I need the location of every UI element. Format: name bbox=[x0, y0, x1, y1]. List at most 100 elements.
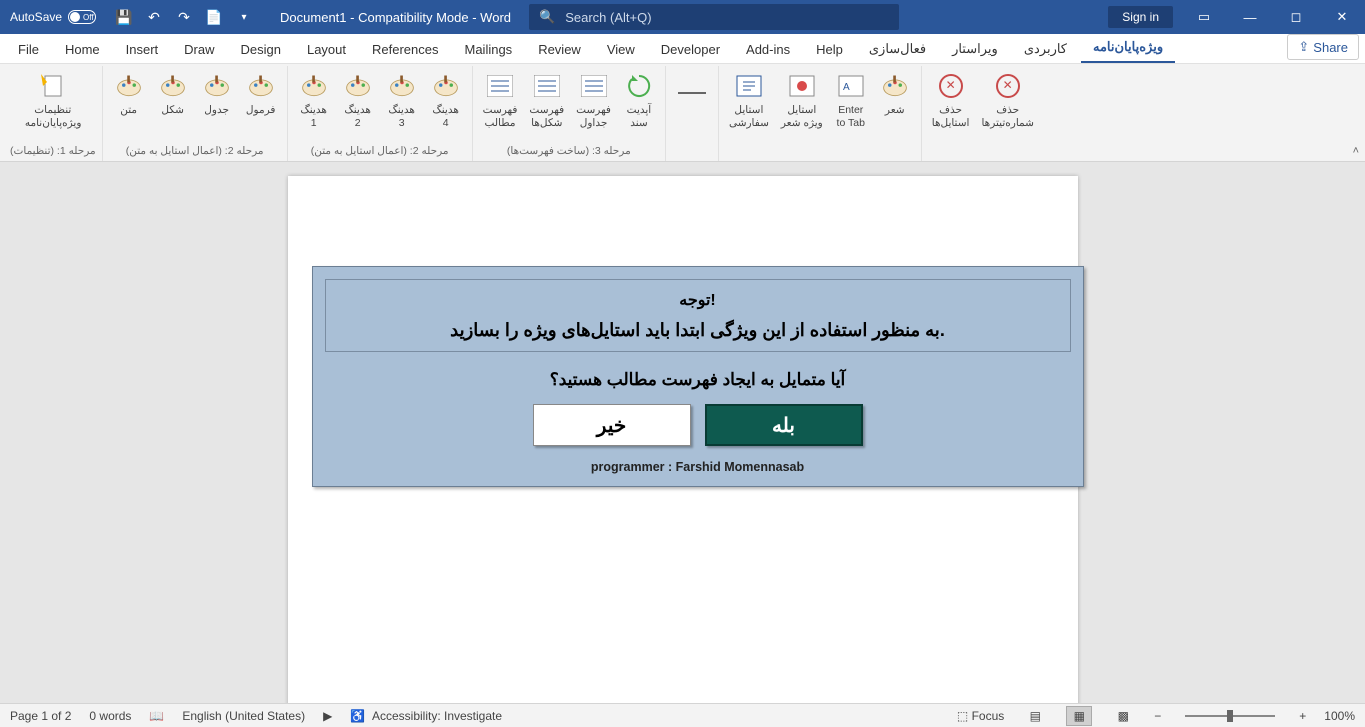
search-box[interactable]: 🔍 Search (Alt+Q) bbox=[529, 4, 899, 30]
web-layout-icon[interactable]: ▩ bbox=[1110, 706, 1136, 726]
ribbon-button[interactable]: شعر bbox=[875, 68, 915, 119]
tab--[interactable]: ویژه‌پایان‌نامه bbox=[1081, 33, 1175, 63]
ribbon-tabs: FileHomeInsertDrawDesignLayoutReferences… bbox=[0, 34, 1365, 64]
ribbon-group-6: حذف استایل‌هاحذف شماره‌تیترها bbox=[922, 66, 1044, 161]
ribbon-button-label: تنظیمات ویژه‌پایان‌نامه bbox=[25, 104, 81, 129]
palette-icon bbox=[298, 70, 330, 102]
ribbon-display-icon[interactable]: ▭ bbox=[1181, 0, 1227, 34]
toggle-state: Off bbox=[83, 13, 94, 22]
tab-design[interactable]: Design bbox=[229, 36, 293, 63]
tab-view[interactable]: View bbox=[595, 36, 647, 63]
zoom-slider[interactable] bbox=[1185, 715, 1275, 717]
sign-in-button[interactable]: Sign in bbox=[1108, 6, 1173, 28]
read-mode-icon[interactable]: ▤ bbox=[1022, 706, 1048, 726]
share-icon: ⇪ bbox=[1298, 39, 1309, 55]
ribbon-button[interactable]: فهرست شکل‌ها bbox=[525, 68, 568, 131]
tab--[interactable]: فعال‌سازی bbox=[857, 35, 938, 63]
no-button[interactable]: خیر bbox=[533, 404, 691, 446]
word-count[interactable]: 0 words bbox=[89, 709, 131, 723]
ribbon-group-4 bbox=[666, 66, 719, 161]
macro-icon[interactable]: ▶ bbox=[323, 709, 332, 723]
ribbon-button[interactable]: هدینگ 1 bbox=[294, 68, 334, 131]
minimize-icon[interactable]: — bbox=[1227, 0, 1273, 34]
collapse-ribbon-icon[interactable]: ˄ bbox=[1353, 145, 1359, 157]
zoom-level[interactable]: 100% bbox=[1324, 709, 1355, 723]
maximize-icon[interactable]: ◻ bbox=[1273, 0, 1319, 34]
toggle-knob bbox=[70, 12, 80, 22]
tab--[interactable]: ویراستار bbox=[940, 35, 1010, 63]
redo-icon[interactable]: ↷ bbox=[176, 9, 192, 25]
language-indicator[interactable]: English (United States) bbox=[182, 709, 305, 723]
tab-review[interactable]: Review bbox=[526, 36, 593, 63]
ribbon-button-label: استایل ویژه شعر bbox=[781, 104, 823, 129]
ribbon-button[interactable]: حذف شماره‌تیترها bbox=[977, 68, 1037, 131]
entertab-icon: A bbox=[835, 70, 867, 102]
tab--[interactable]: کاربردی bbox=[1012, 35, 1079, 63]
save-icon[interactable]: 💾 bbox=[116, 9, 132, 25]
ribbon-button[interactable]: استایل سفارشی bbox=[725, 68, 773, 131]
tab-layout[interactable]: Layout bbox=[295, 36, 358, 63]
ribbon-group-0: تنظیمات ویژه‌پایان‌نامهمرحله 1: (تنظیمات… bbox=[4, 66, 103, 161]
tab-references[interactable]: References bbox=[360, 36, 450, 63]
ribbon-button-label: هدینگ 4 bbox=[432, 104, 459, 129]
ribbon-button[interactable]: فهرست جداول bbox=[572, 68, 615, 131]
zoom-out-button[interactable]: − bbox=[1154, 709, 1161, 723]
ribbon-button[interactable]: شکل bbox=[153, 68, 193, 119]
dialog-warning-title: توجه! bbox=[336, 290, 1060, 310]
status-bar: Page 1 of 2 0 words 📖 English (United St… bbox=[0, 703, 1365, 727]
ribbon-button[interactable]: هدینگ 3 bbox=[382, 68, 422, 131]
ribbon-button[interactable]: فهرست مطالب bbox=[479, 68, 522, 131]
palette-icon bbox=[879, 70, 911, 102]
close-icon[interactable]: ✕ bbox=[1319, 0, 1365, 34]
ribbon-button[interactable]: جدول bbox=[197, 68, 237, 119]
tab-file[interactable]: File bbox=[6, 36, 51, 63]
ribbon-button[interactable]: هدینگ 4 bbox=[426, 68, 466, 131]
tab-add-ins[interactable]: Add-ins bbox=[734, 36, 802, 63]
undo-icon[interactable]: ↶ bbox=[146, 9, 162, 25]
ribbon-button[interactable]: حذف استایل‌ها bbox=[928, 68, 974, 131]
ribbon-button-label: جدول bbox=[204, 104, 229, 117]
print-layout-icon[interactable]: ▦ bbox=[1066, 706, 1092, 726]
palette-icon bbox=[342, 70, 374, 102]
ribbon-group-2: هدینگ 1هدینگ 2هدینگ 3هدینگ 4مرحله 2: (اع… bbox=[288, 66, 473, 161]
tab-mailings[interactable]: Mailings bbox=[453, 36, 525, 63]
dialog-warning-message: به منظور استفاده از این ویژگی ابتدا باید… bbox=[336, 320, 1060, 341]
tab-developer[interactable]: Developer bbox=[649, 36, 732, 63]
dialog-credit: programmer : Farshid Momennasab bbox=[325, 460, 1071, 474]
ribbon-button-label: هدینگ 3 bbox=[388, 104, 415, 129]
zoom-thumb[interactable] bbox=[1227, 710, 1233, 722]
ribbon-button[interactable]: استایل ویژه شعر bbox=[777, 68, 827, 131]
dialog-buttons: خیر بله bbox=[325, 404, 1071, 446]
ribbon-button[interactable]: هدینگ 2 bbox=[338, 68, 378, 131]
tab-home[interactable]: Home bbox=[53, 36, 112, 63]
focus-mode[interactable]: ⬚ Focus bbox=[957, 709, 1004, 723]
document-icon[interactable]: 📄 bbox=[206, 9, 222, 25]
ribbon-group-3: فهرست مطالبفهرست شکل‌هافهرست جداول آپدیت … bbox=[473, 66, 666, 161]
ribbon-button-label: هدینگ 2 bbox=[344, 104, 371, 129]
settings-icon bbox=[37, 70, 69, 102]
ribbon-button[interactable]: تنظیمات ویژه‌پایان‌نامه bbox=[21, 68, 85, 131]
accessibility-indicator[interactable]: ♿ Accessibility: Investigate bbox=[350, 709, 502, 723]
accessibility-icon: ♿ bbox=[350, 709, 365, 723]
ribbon-group-label: مرحله 3: (ساخت فهرست‌ها) bbox=[507, 143, 631, 159]
customize-qat-icon[interactable]: ▾ bbox=[236, 9, 252, 25]
share-button[interactable]: ⇪Share bbox=[1287, 34, 1359, 60]
page-indicator[interactable]: Page 1 of 2 bbox=[10, 709, 71, 723]
yes-button[interactable]: بله bbox=[705, 404, 863, 446]
tab-help[interactable]: Help bbox=[804, 36, 855, 63]
ribbon-button[interactable]: AEnter to Tab bbox=[831, 68, 871, 131]
toggle-switch[interactable]: Off bbox=[68, 10, 96, 24]
ribbon-button[interactable] bbox=[672, 68, 712, 104]
autosave-toggle[interactable]: AutoSave Off bbox=[0, 10, 106, 24]
ribbon-button[interactable]: متن bbox=[109, 68, 149, 119]
ribbon-button-label: آپدیت سند bbox=[627, 104, 652, 129]
palette-icon bbox=[201, 70, 233, 102]
ribbon-button-label: فرمول bbox=[246, 104, 276, 117]
ribbon-button[interactable]: آپدیت سند bbox=[619, 68, 659, 131]
zoom-in-button[interactable]: + bbox=[1299, 709, 1306, 723]
spellcheck-icon[interactable]: 📖 bbox=[149, 709, 164, 723]
refresh-icon bbox=[623, 70, 655, 102]
ribbon-button[interactable]: فرمول bbox=[241, 68, 281, 119]
tab-insert[interactable]: Insert bbox=[114, 36, 171, 63]
tab-draw[interactable]: Draw bbox=[172, 36, 226, 63]
